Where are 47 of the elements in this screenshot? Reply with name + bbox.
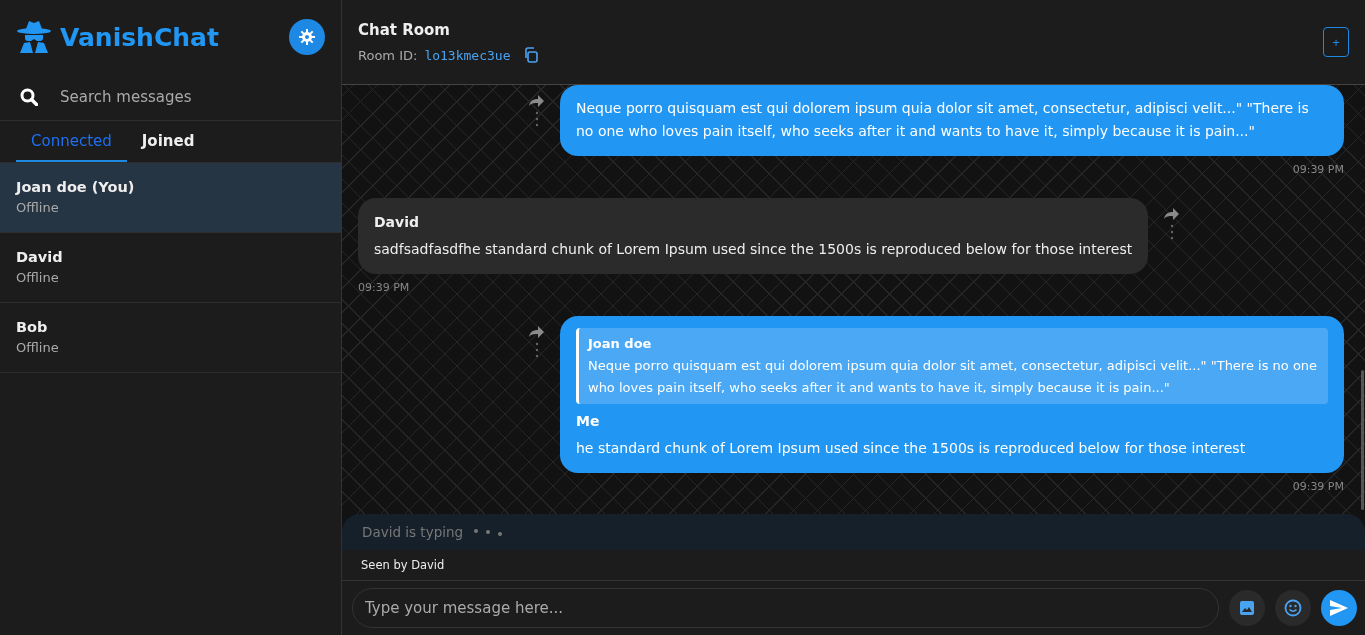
gear-icon [299,29,315,45]
search-field[interactable]: Search messages [60,88,321,106]
forward-icon[interactable] [529,326,544,338]
forward-icon[interactable] [1164,208,1180,220]
quoted-text: Neque porro quisquam est qui dolorem ipsum quia dolor sit amet, consectetur, adipisci velit..." "There is no one who loves pain itself, who seeks after it and wants to have it, simply because it is pain..." [588,358,1318,395]
image-button[interactable] [1229,590,1265,626]
message-sender: David [374,213,420,232]
image-icon [1239,600,1255,616]
contact-name: David [16,249,64,265]
spy-icon [16,20,52,54]
message-text: he standard chunk of Lorem Ipsum used since the 1500s is reproduced below for those interest [576,440,1246,456]
more-icon[interactable] [534,111,539,127]
send-icon [1330,600,1348,616]
search-icon [20,88,38,106]
more-icon[interactable] [534,342,539,358]
typing-text: David is typing [362,524,464,540]
send-button[interactable] [1321,590,1357,626]
seen-status: Seen by David [361,558,445,572]
message-time: 09:39 PM [358,281,411,294]
app-logo-text: VanishChat [60,22,219,52]
emoji-button[interactable] [1275,590,1311,626]
scrollbar[interactable] [1361,370,1364,510]
forward-icon[interactable] [529,95,544,107]
contact-name: Joan doe (You) [16,179,136,195]
contact-item[interactable]: Bob Offline [0,303,341,373]
room-title: Chat Room [358,21,451,39]
emoji-icon [1284,599,1302,617]
quoted-sender: Joan doe [588,335,653,353]
message-time: 09:39 PM [1292,480,1344,493]
contact-status: Offline [16,340,60,355]
more-icon[interactable] [1169,224,1174,240]
contact-item[interactable]: David Offline [0,233,341,303]
copy-icon[interactable] [524,47,540,63]
contact-status: Offline [16,200,60,215]
message-time: 09:39 PM [1292,163,1344,176]
room-id-label: Room ID: [358,47,418,63]
message-text: Neque porro quisquam est qui dolorem ipsum quia dolor sit amet, consectetur, adipisci velit..." "There is no one who loves pain itself, who seeks after it and wants to have it, simply because it is pain..." [576,100,1309,139]
contact-item[interactable]: Joan doe (You) Offline [0,163,341,233]
message-text: sadfsadfasdfhe standard chunk of Lorem Ipsum used since the 1500s is reproduced below for those interest [374,241,1133,257]
contact-name: Bob [16,319,49,335]
room-id: lo13kmec3ue [424,47,511,63]
tab[interactable]: Joined [126,121,210,162]
message-input[interactable]: Type your message here... [352,588,1219,628]
settings-button[interactable] [289,19,325,55]
contact-status: Offline [16,270,60,285]
message-sender: Me [576,412,601,431]
add-button[interactable]: + [1323,27,1349,57]
